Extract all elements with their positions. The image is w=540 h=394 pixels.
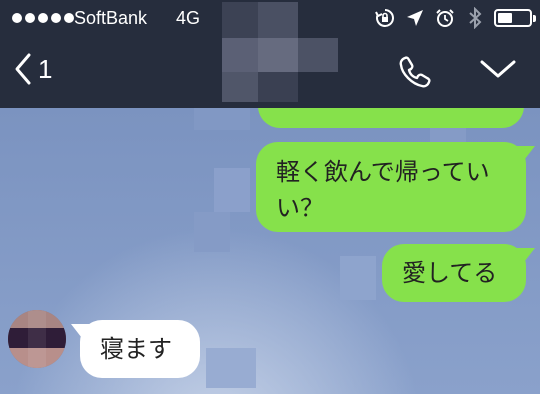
carrier-name: SoftBank: [74, 8, 148, 28]
orientation-lock-icon: [374, 7, 396, 29]
location-arrow-icon: [404, 7, 426, 29]
chevron-down-icon: [480, 60, 516, 78]
message-bubble-received[interactable]: 寝ます: [71, 320, 200, 378]
message-bubble-sent[interactable]: 軽く飲んで帰ってい い？: [256, 142, 535, 232]
phone-icon: [399, 56, 431, 88]
message-bubble-sent[interactable]: 愛してる: [382, 244, 535, 302]
message-text: 軽く飲んで帰ってい: [276, 158, 490, 186]
avatar[interactable]: [8, 310, 66, 368]
call-button[interactable]: [398, 54, 432, 92]
message-text: い？: [276, 194, 324, 222]
network-type: 4G: [176, 8, 201, 28]
message-text: 寝ます: [100, 335, 172, 363]
unread-count: 1: [38, 53, 53, 84]
chat-area: 軽く飲んで帰ってい い？ 愛してる 寝ます: [0, 108, 540, 394]
message-text: 愛してる: [402, 259, 498, 287]
top-bar: SoftBank 4G 1: [0, 0, 540, 108]
menu-button[interactable]: [478, 56, 518, 86]
bluetooth-icon: [464, 7, 486, 29]
chevron-left-icon: [15, 53, 31, 85]
message-bubble-sent[interactable]: [258, 108, 524, 128]
alarm-clock-icon: [434, 7, 456, 29]
back-button[interactable]: 1: [14, 52, 52, 86]
signal-strength-icon: [12, 13, 74, 23]
battery-icon: [494, 9, 536, 27]
